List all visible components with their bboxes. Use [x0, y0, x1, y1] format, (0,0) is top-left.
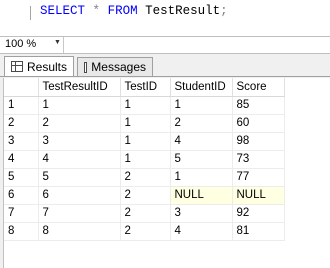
column-header[interactable]: Score	[232, 78, 285, 97]
zoom-select[interactable]: 100 % ▼	[1, 37, 64, 53]
table-row: 7 7 2 3 92	[4, 204, 285, 223]
outline-marker	[30, 6, 31, 20]
table-cell[interactable]: 8	[38, 222, 121, 241]
table-cell[interactable]: 7	[38, 204, 121, 223]
editor-margin	[0, 0, 26, 36]
table-cell[interactable]: 1	[37, 95, 121, 115]
table-row: 1 1 1 1 85	[4, 95, 285, 115]
row-number[interactable]: 4	[4, 150, 39, 169]
table-cell[interactable]: 2	[120, 168, 171, 187]
tab-messages-label: Messages	[91, 60, 146, 74]
table-cell[interactable]: 1	[170, 168, 233, 187]
table-row: 4 4 1 5 73	[4, 150, 285, 169]
row-number[interactable]: 6	[4, 186, 39, 205]
table-cell[interactable]: 6	[38, 186, 121, 205]
table-cell[interactable]: 4	[38, 150, 121, 169]
table-cell[interactable]: 1	[120, 114, 171, 133]
table-cell[interactable]: 77	[232, 168, 285, 187]
table-cell[interactable]: 4	[170, 222, 233, 241]
table-cell[interactable]: 3	[170, 204, 233, 223]
table-row: 3 3 1 4 98	[4, 132, 285, 151]
row-number[interactable]: 5	[4, 168, 39, 187]
column-header[interactable]: StudentID	[170, 78, 233, 97]
row-number[interactable]: 1	[4, 96, 39, 115]
query-editor[interactable]: SELECT * FROM TestResult;	[0, 0, 330, 36]
table-cell[interactable]: 92	[232, 204, 285, 223]
table-row: 2 2 1 2 60	[4, 114, 285, 133]
tab-results-label: Results	[26, 59, 67, 74]
table-cell[interactable]: 5	[38, 168, 121, 187]
column-header[interactable]: TestID	[120, 78, 171, 97]
results-grid[interactable]: TestResultID TestID StudentID Score 1 1 …	[3, 78, 330, 268]
zoom-value: 100 %	[5, 38, 37, 50]
messages-icon	[84, 61, 88, 73]
table-cell[interactable]: 2	[38, 114, 121, 133]
results-pane: Results Messages TestResultID TestID Stu…	[0, 54, 330, 268]
row-number[interactable]: 2	[4, 114, 39, 133]
chevron-down-icon[interactable]: ▼	[54, 39, 61, 46]
table-cell[interactable]: 3	[38, 132, 121, 151]
results-tab-strip: Results Messages	[0, 54, 330, 77]
query-text[interactable]: SELECT * FROM TestResult;	[40, 4, 228, 18]
zoom-bar: 100 % ▼	[0, 36, 330, 54]
table-cell[interactable]: 73	[232, 150, 285, 169]
corner-cell[interactable]	[4, 78, 39, 97]
null-cell[interactable]: NULL	[232, 186, 285, 205]
table-cell[interactable]: 1	[170, 96, 233, 115]
sql-semicolon: ;	[220, 4, 228, 18]
table-row: 5 5 2 1 77	[4, 168, 285, 187]
header-row: TestResultID TestID StudentID Score	[4, 78, 285, 97]
tab-messages[interactable]: Messages	[77, 57, 153, 76]
sql-table-name: TestResult	[145, 4, 221, 18]
table-cell[interactable]: 98	[232, 132, 285, 151]
sql-keyword-select: SELECT	[40, 4, 86, 18]
table-cell[interactable]: 4	[170, 132, 233, 151]
table-cell[interactable]: 2	[120, 204, 171, 223]
table-row: 6 6 2 NULL NULL	[4, 186, 285, 205]
table-cell[interactable]: 1	[120, 132, 171, 151]
table-cell[interactable]: 2	[120, 222, 171, 241]
table-row: 8 8 2 4 81	[4, 222, 285, 241]
table-cell[interactable]: 5	[170, 150, 233, 169]
table-cell[interactable]: 1	[120, 150, 171, 169]
sql-keyword-from: FROM	[107, 4, 138, 18]
table-cell[interactable]: 2	[120, 186, 171, 205]
table-cell[interactable]: 85	[232, 96, 285, 115]
tab-results[interactable]: Results	[4, 56, 74, 76]
row-number[interactable]: 3	[4, 132, 39, 151]
table-cell[interactable]: 81	[232, 222, 285, 241]
null-cell[interactable]: NULL	[170, 186, 233, 205]
row-number[interactable]: 7	[4, 204, 39, 223]
row-number[interactable]: 8	[4, 222, 39, 241]
sql-star: *	[92, 4, 101, 18]
results-table: TestResultID TestID StudentID Score 1 1 …	[4, 78, 285, 241]
table-cell[interactable]: 60	[232, 114, 285, 133]
table-cell[interactable]: 1	[120, 96, 171, 115]
table-cell[interactable]: 2	[170, 114, 233, 133]
grid-icon	[11, 61, 23, 72]
column-header[interactable]: TestResultID	[38, 78, 121, 97]
